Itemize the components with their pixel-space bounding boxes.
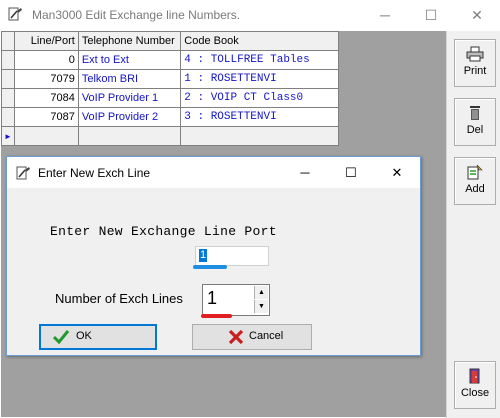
dialog-title: Enter New Exch Line bbox=[38, 166, 151, 180]
cell-telephone[interactable]: Telkom BRI bbox=[77, 69, 182, 89]
port-input-underline bbox=[193, 265, 227, 269]
cell-port[interactable]: 7079 bbox=[13, 69, 79, 89]
cancel-x-icon bbox=[228, 329, 244, 345]
maximize-button[interactable]: ☐ bbox=[408, 0, 454, 30]
cell-port[interactable]: 0 bbox=[13, 50, 79, 70]
cell-code-book[interactable] bbox=[180, 126, 339, 146]
spin-down-button[interactable]: ▼ bbox=[254, 300, 268, 313]
row-indicator[interactable] bbox=[1, 88, 15, 108]
column-header-telephone-number[interactable]: Telephone Number bbox=[77, 31, 182, 51]
line-count-label: Number of Exch Lines bbox=[55, 291, 183, 306]
checkmark-icon bbox=[52, 330, 70, 345]
new-exch-line-dialog: Enter New Exch Line ─ ☐ ✕ Enter New Exch… bbox=[6, 156, 421, 356]
delete-button[interactable]: Del bbox=[454, 98, 496, 146]
exit-door-icon bbox=[469, 368, 480, 384]
app-icon bbox=[8, 7, 22, 21]
table-row[interactable]: 0 Ext to Ext 4 : TOLLFREE Tables bbox=[1, 50, 339, 70]
cell-port[interactable]: 7087 bbox=[13, 107, 79, 127]
dialog-close-button[interactable]: ✕ bbox=[374, 157, 420, 188]
row-indicator[interactable] bbox=[1, 50, 15, 70]
print-label: Print bbox=[463, 65, 487, 77]
table-row[interactable]: 7087 VoIP Provider 2 3 : ROSETTENVI bbox=[1, 107, 339, 127]
line-count-underline bbox=[201, 314, 232, 318]
dialog-titlebar: Enter New Exch Line ─ ☐ ✕ bbox=[7, 157, 420, 188]
table-row[interactable]: 7084 VoIP Provider 1 2 : VOIP CT Class0 bbox=[1, 88, 339, 108]
row-indicator[interactable] bbox=[1, 69, 15, 89]
cell-telephone[interactable]: VoIP Provider 2 bbox=[77, 107, 182, 127]
cancel-label: Cancel bbox=[249, 330, 284, 342]
close-button[interactable]: Close bbox=[454, 361, 496, 409]
del-label: Del bbox=[466, 124, 484, 136]
ok-button[interactable]: OK bbox=[39, 324, 157, 350]
column-header-line-port[interactable]: Line/Port bbox=[13, 31, 79, 51]
window-title: Man3000 Edit Exchange line Numbers. bbox=[32, 8, 241, 22]
cell-telephone[interactable] bbox=[77, 126, 182, 146]
minimize-button[interactable]: ─ bbox=[362, 0, 408, 30]
new-row[interactable]: ► bbox=[1, 126, 339, 146]
dialog-maximize-button[interactable]: ☐ bbox=[328, 157, 374, 188]
line-count-value: 1 bbox=[207, 288, 218, 308]
cell-telephone[interactable]: VoIP Provider 1 bbox=[77, 88, 182, 108]
cancel-button[interactable]: Cancel bbox=[192, 324, 312, 350]
row-indicator[interactable] bbox=[1, 107, 15, 127]
table-row[interactable]: 7079 Telkom BRI 1 : ROSETTENVI bbox=[1, 69, 339, 89]
grid-header-row: Line/Port Telephone Number Code Book bbox=[1, 31, 339, 51]
add-label: Add bbox=[465, 183, 485, 195]
window-titlebar: Man3000 Edit Exchange line Numbers. ─ ☐ … bbox=[0, 0, 500, 30]
add-button[interactable]: Add bbox=[454, 157, 496, 205]
row-pointer-icon: ► bbox=[4, 132, 12, 141]
spin-up-button[interactable]: ▲ bbox=[254, 286, 268, 299]
ok-label: OK bbox=[76, 330, 92, 342]
port-input[interactable]: 1 bbox=[195, 246, 269, 266]
cell-code-book[interactable]: 4 : TOLLFREE Tables bbox=[180, 50, 339, 70]
toolbar-panel: Print Del Add Close bbox=[446, 31, 500, 418]
cell-code-book[interactable]: 2 : VOIP CT Class0 bbox=[180, 88, 339, 108]
dialog-app-icon bbox=[16, 166, 30, 180]
cell-port[interactable] bbox=[13, 126, 79, 146]
printer-icon bbox=[466, 46, 484, 62]
close-window-button[interactable]: ✕ bbox=[454, 0, 500, 30]
port-prompt-label: Enter New Exchange Line Port bbox=[50, 224, 277, 239]
exchange-lines-grid[interactable]: Line/Port Telephone Number Code Book 0 E… bbox=[1, 31, 339, 154]
new-row-indicator[interactable]: ► bbox=[1, 126, 15, 146]
cell-code-book[interactable]: 3 : ROSETTENVI bbox=[180, 107, 339, 127]
add-record-icon bbox=[467, 164, 483, 180]
cell-port[interactable]: 7084 bbox=[13, 88, 79, 108]
grid-corner-cell bbox=[1, 31, 15, 51]
port-input-value: 1 bbox=[199, 249, 208, 262]
trash-icon bbox=[470, 106, 480, 120]
close-label: Close bbox=[460, 387, 490, 399]
print-button[interactable]: Print bbox=[454, 39, 496, 87]
cell-telephone[interactable]: Ext to Ext bbox=[77, 50, 182, 70]
column-header-code-book[interactable]: Code Book bbox=[180, 31, 339, 51]
cell-code-book[interactable]: 1 : ROSETTENVI bbox=[180, 69, 339, 89]
dialog-minimize-button[interactable]: ─ bbox=[282, 157, 328, 188]
line-count-stepper[interactable]: 1 ▲ ▼ bbox=[202, 284, 270, 316]
